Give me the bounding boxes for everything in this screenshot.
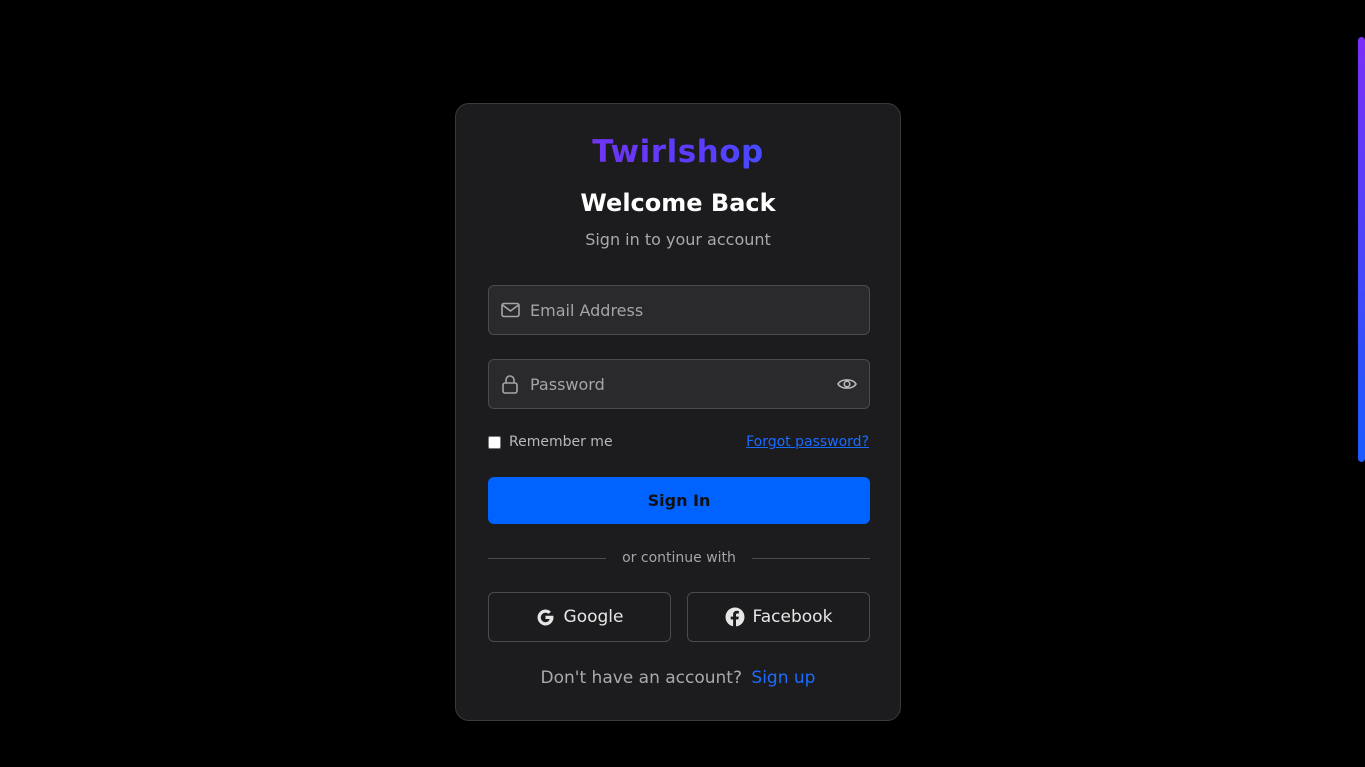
divider-text: or continue with	[622, 550, 736, 566]
remember-me[interactable]: Remember me	[488, 434, 613, 450]
google-button[interactable]: Google	[488, 592, 671, 642]
signup-prompt-text: Don't have an account?	[540, 668, 742, 688]
google-icon	[536, 607, 556, 627]
divider-line-right	[751, 557, 870, 559]
remember-checkbox[interactable]	[488, 435, 501, 449]
email-input[interactable]	[530, 286, 869, 334]
divider-line-left	[488, 557, 607, 559]
facebook-icon	[725, 607, 745, 627]
lock-icon	[500, 374, 520, 394]
facebook-label: Facebook	[752, 607, 833, 627]
page-title: Welcome Back	[580, 189, 776, 217]
login-card: Twirlshop Welcome Back Sign in to your a…	[455, 103, 901, 721]
google-label: Google	[563, 607, 624, 627]
email-field[interactable]	[488, 285, 870, 335]
password-field[interactable]	[488, 359, 870, 409]
page-subtitle: Sign in to your account	[585, 230, 771, 249]
scrollbar-thumb[interactable]	[1358, 37, 1365, 462]
mail-icon	[500, 300, 520, 320]
sign-up-link[interactable]: Sign up	[751, 668, 815, 688]
remember-label: Remember me	[509, 434, 613, 450]
brand-logo: Twirlshop	[456, 134, 900, 170]
signup-prompt: Don't have an account? Sign up	[456, 668, 900, 688]
divider: or continue with	[488, 548, 870, 568]
sign-in-button[interactable]: Sign In	[488, 477, 870, 524]
eye-icon[interactable]	[836, 373, 858, 395]
facebook-button[interactable]: Facebook	[687, 592, 870, 642]
password-input[interactable]	[530, 360, 836, 408]
forgot-password-link[interactable]: Forgot password?	[746, 434, 869, 450]
page: Twirlshop Welcome Back Sign in to your a…	[0, 0, 1365, 767]
scrollbar[interactable]	[1357, 0, 1365, 767]
